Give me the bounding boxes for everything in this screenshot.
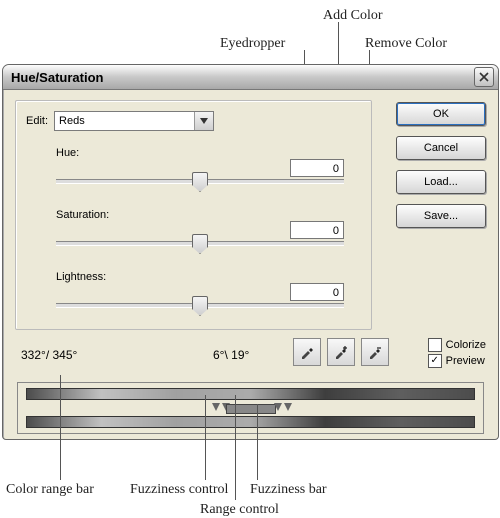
range-bar[interactable] <box>226 404 276 414</box>
close-button[interactable] <box>474 67 494 87</box>
hue-slider-thumb[interactable] <box>192 172 208 192</box>
eyedropper-button[interactable] <box>293 338 321 366</box>
saturation-value[interactable]: 0 <box>290 221 344 239</box>
fuzziness-bar[interactable] <box>26 416 475 428</box>
range-control[interactable] <box>26 401 475 415</box>
remove-color-button[interactable] <box>361 338 389 366</box>
callout-eyedropper: Eyedropper <box>220 36 285 52</box>
saturation-slider-track[interactable] <box>56 241 344 246</box>
cancel-button[interactable]: Cancel <box>396 136 486 160</box>
dialog-body: Edit: Reds Hue: 0 Saturatio <box>3 90 498 440</box>
chevron-down-icon <box>194 112 213 130</box>
colorize-checkbox[interactable] <box>428 338 442 352</box>
saturation-slider-thumb[interactable] <box>192 234 208 254</box>
dialog-title: Hue/Saturation <box>11 70 474 85</box>
button-stack: OK Cancel Load... Save... <box>396 102 486 228</box>
hue-slider-track[interactable] <box>56 179 344 184</box>
edit-label: Edit: <box>26 115 48 127</box>
callout-line <box>205 395 206 480</box>
callout-add-color: Add Color <box>323 8 383 24</box>
preview-checkbox-row[interactable]: ✓ Preview <box>428 354 486 368</box>
eyedropper-icon <box>299 344 315 360</box>
save-button[interactable]: Save... <box>396 204 486 228</box>
eyedropper-toolbar <box>293 338 389 366</box>
callout-line <box>257 404 258 480</box>
range-handle-right[interactable] <box>274 403 282 411</box>
hue-label: Hue: <box>56 147 79 159</box>
checkbox-group: Colorize ✓ Preview <box>428 338 486 370</box>
range-degrees-left: 332°/ 345° <box>21 348 77 362</box>
eyedropper-plus-icon <box>333 344 349 360</box>
edit-dropdown-value: Reds <box>59 115 85 127</box>
hue-value[interactable]: 0 <box>290 159 344 177</box>
lightness-value[interactable]: 0 <box>290 283 344 301</box>
edit-row: Edit: Reds <box>26 111 214 131</box>
callout-fuzziness-bar: Fuzziness bar <box>250 482 327 498</box>
fuzziness-handle-left-outer[interactable] <box>212 403 220 411</box>
saturation-label: Saturation: <box>56 209 109 221</box>
callout-remove-color: Remove Color <box>365 36 447 52</box>
colorize-label: Colorize <box>446 339 486 351</box>
callout-color-range-bar: Color range bar <box>6 482 94 498</box>
lightness-slider-thumb[interactable] <box>192 296 208 316</box>
callout-fuzziness-control: Fuzziness control <box>130 482 228 498</box>
lightness-slider-track[interactable] <box>56 303 344 308</box>
colorize-checkbox-row[interactable]: Colorize <box>428 338 486 352</box>
hue-saturation-dialog: Hue/Saturation Edit: Reds Hue: 0 <box>2 64 499 440</box>
eyedropper-minus-icon <box>367 344 383 360</box>
edit-dropdown[interactable]: Reds <box>54 111 214 131</box>
close-icon <box>479 72 489 82</box>
callout-line <box>60 375 61 480</box>
spectrum-panel <box>17 382 484 434</box>
add-color-button[interactable] <box>327 338 355 366</box>
range-degrees-right: 6°\ 19° <box>213 348 249 362</box>
color-range-bar[interactable] <box>26 388 475 400</box>
edit-group: Edit: Reds Hue: 0 Saturatio <box>15 100 372 330</box>
titlebar[interactable]: Hue/Saturation <box>3 65 498 90</box>
preview-label: Preview <box>446 355 485 367</box>
lightness-label: Lightness: <box>56 271 106 283</box>
callout-line <box>235 395 236 500</box>
ok-button[interactable]: OK <box>396 102 486 126</box>
preview-checkbox[interactable]: ✓ <box>428 354 442 368</box>
callout-range-control: Range control <box>200 502 279 518</box>
load-button[interactable]: Load... <box>396 170 486 194</box>
fuzziness-handle-right-outer[interactable] <box>284 403 292 411</box>
